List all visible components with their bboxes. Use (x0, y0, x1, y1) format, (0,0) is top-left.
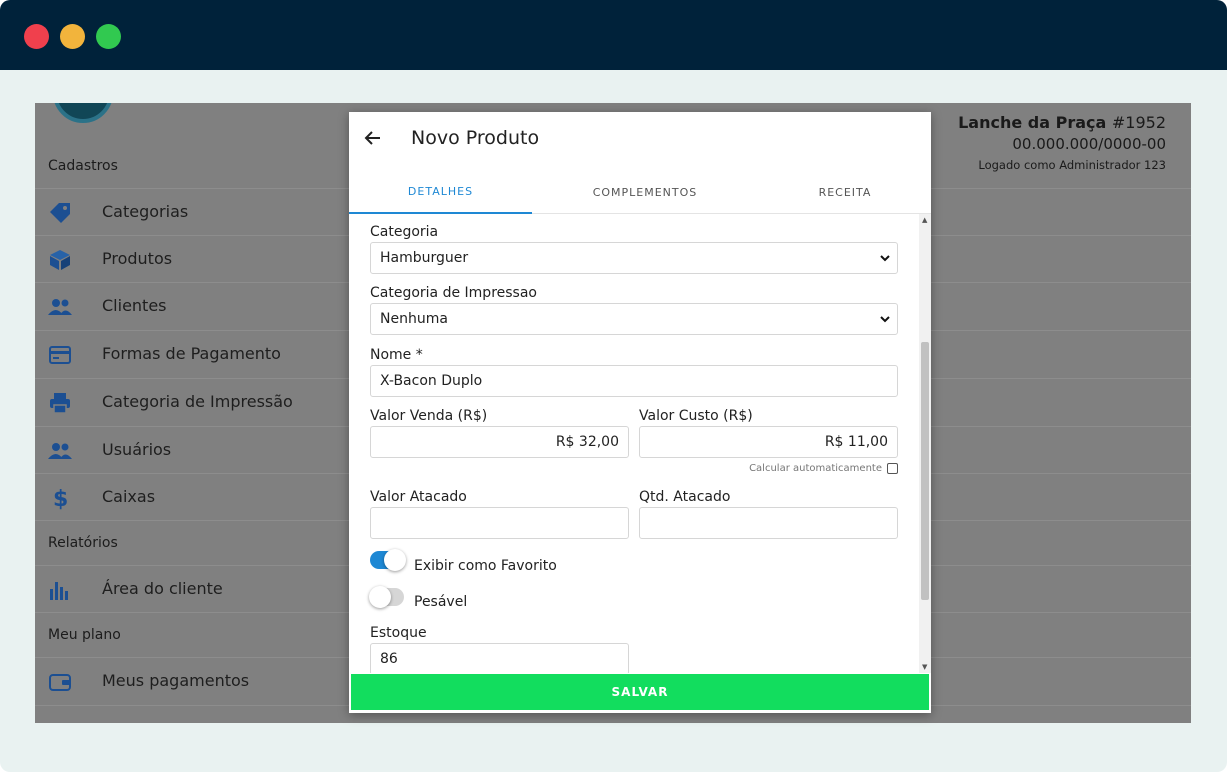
estoque-input[interactable]: 86 (370, 643, 629, 673)
scroll-up-icon[interactable]: ▲ (922, 216, 927, 224)
calcular-label: Calcular automaticamente (749, 463, 882, 474)
valor-custo-label: Valor Custo (R$) (639, 408, 753, 424)
modal-body: Categoria Hamburguer Categoria de Impres… (349, 214, 931, 673)
sidebar-section-relatorios: Relatórios (48, 535, 118, 551)
categoria-impressao-value: Nenhuma (380, 311, 448, 327)
sidebar-item-label: Usuários (102, 440, 172, 459)
favorito-toggle[interactable] (370, 549, 406, 571)
pesavel-toggle[interactable] (369, 586, 404, 608)
valor-custo-input[interactable]: R$ 11,00 (639, 426, 898, 458)
credit-card-icon (47, 343, 73, 367)
modal-title: Novo Produto (411, 127, 540, 149)
back-button[interactable] (361, 126, 385, 150)
valor-atacado-input[interactable] (370, 507, 629, 539)
categoria-value: Hamburguer (380, 250, 469, 266)
store-cnpj: 00.000.000/0000-00 (1012, 135, 1166, 153)
sidebar-item-label: Produtos (102, 249, 173, 268)
valor-venda-label: Valor Venda (R$) (370, 408, 488, 424)
sidebar-item-label: Categorias (102, 202, 189, 221)
sidebar-item-label: Meus pagamentos (102, 671, 250, 690)
sidebar-section-meu-plano: Meu plano (48, 627, 121, 643)
estoque-label: Estoque (370, 625, 427, 641)
store-info: Lanche da Praça #1952 00.000.000/0000-00… (958, 113, 1166, 172)
categoria-impressao-select[interactable]: Nenhuma (370, 303, 898, 335)
valor-venda-input[interactable]: R$ 32,00 (370, 426, 629, 458)
tab-detalhes[interactable]: DETALHES (349, 170, 532, 214)
calcular-automaticamente[interactable]: Calcular automaticamente (749, 463, 898, 474)
tab-complementos[interactable]: COMPLEMENTOS (564, 170, 726, 214)
close-window-button[interactable] (24, 24, 49, 49)
nome-label: Nome * (370, 347, 423, 363)
window-titlebar (0, 0, 1227, 70)
calcular-checkbox[interactable] (887, 463, 898, 474)
sidebar-section-cadastros: Cadastros (48, 158, 118, 174)
modal-tabs: DETALHES COMPLEMENTOS RECEITA (349, 170, 931, 214)
toggle-knob (384, 549, 406, 571)
toggle-knob (369, 586, 391, 608)
logged-user: Logado como Administrador 123 (978, 158, 1166, 172)
minimize-window-button[interactable] (60, 24, 85, 49)
window-frame: Lanche da Praça #1952 00.000.000/0000-00… (0, 0, 1227, 772)
new-product-modal: Novo Produto DETALHES COMPLEMENTOS RECEI… (349, 112, 931, 713)
valor-atacado-label: Valor Atacado (370, 489, 467, 505)
wallet-icon (47, 670, 73, 694)
sidebar-item-label: Formas de Pagamento (102, 344, 281, 363)
modal-header: Novo Produto (349, 112, 931, 170)
users-icon (47, 295, 73, 319)
bar-chart-icon (47, 578, 73, 602)
chevron-down-icon (880, 316, 890, 323)
users-icon (47, 439, 73, 463)
tab-receita[interactable]: RECEITA (769, 170, 921, 214)
box-icon (47, 248, 73, 272)
svg-text:$: $ (53, 487, 68, 510)
nome-input[interactable]: X-Bacon Duplo (370, 365, 898, 397)
modal-scrollbar[interactable]: ▲ ▼ (919, 214, 931, 673)
sidebar-item-label: Caixas (102, 487, 156, 506)
chevron-down-icon (880, 255, 890, 262)
categoria-select[interactable]: Hamburguer (370, 242, 898, 274)
save-button[interactable]: SALVAR (351, 674, 929, 710)
categoria-impressao-label: Categoria de Impressao (370, 285, 537, 301)
sidebar-item-label: Clientes (102, 296, 167, 315)
arrow-left-icon (364, 131, 380, 145)
categoria-label: Categoria (370, 224, 439, 240)
printer-icon (47, 391, 73, 415)
scrollbar-thumb[interactable] (921, 342, 929, 600)
tag-icon (47, 201, 73, 225)
store-name: Lanche da Praça #1952 (958, 113, 1166, 132)
app-logo (53, 103, 113, 123)
scroll-down-icon[interactable]: ▼ (922, 663, 927, 671)
sidebar-item-label: Área do cliente (102, 579, 223, 598)
favorito-label: Exibir como Favorito (414, 558, 557, 574)
sidebar-item-label: Categoria de Impressão (102, 392, 293, 411)
maximize-window-button[interactable] (96, 24, 121, 49)
dollar-icon: $ (47, 486, 73, 510)
qtd-atacado-input[interactable] (639, 507, 898, 539)
pesavel-label: Pesável (414, 594, 468, 610)
qtd-atacado-label: Qtd. Atacado (639, 489, 731, 505)
